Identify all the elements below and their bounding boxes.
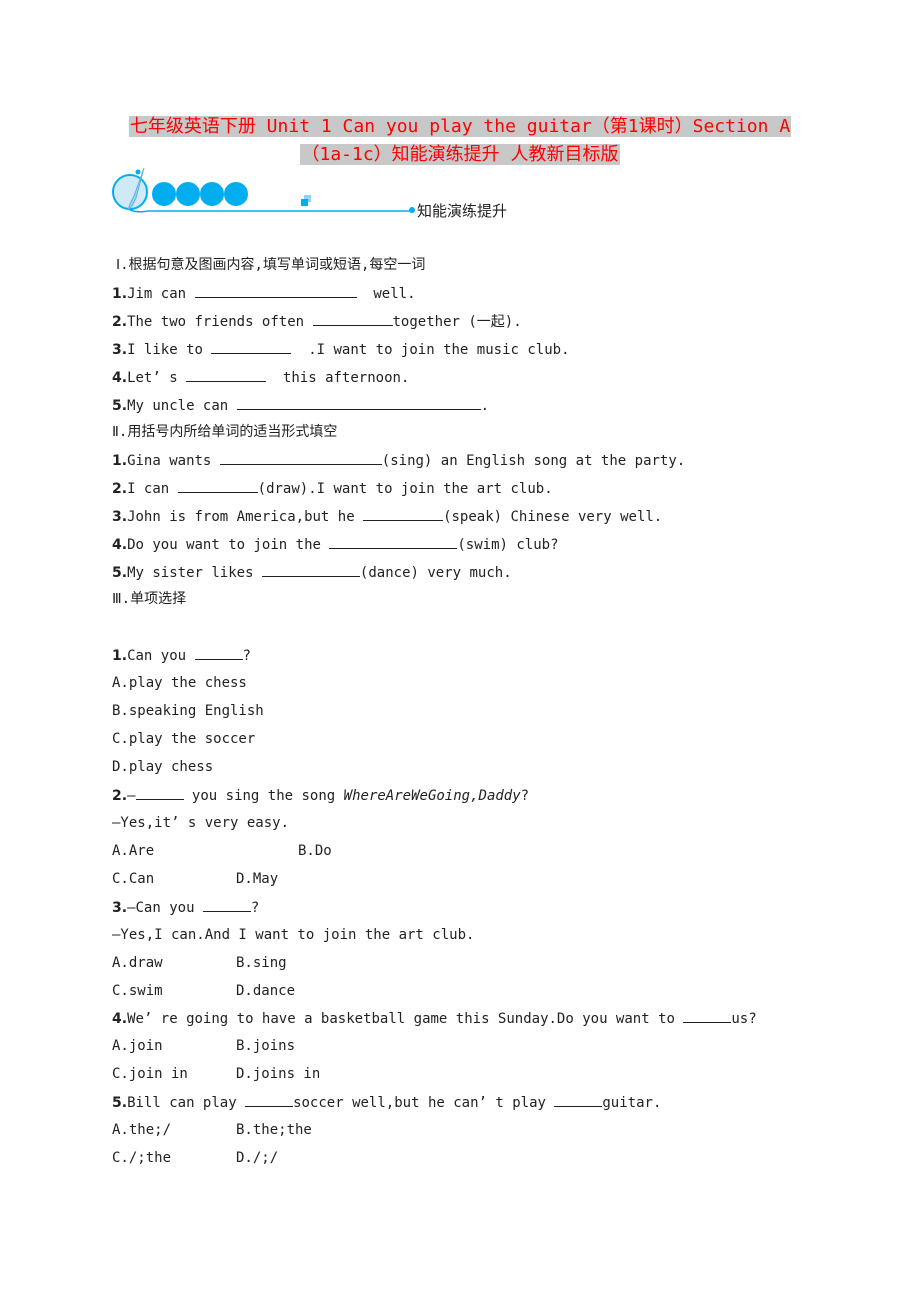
mcq-4-option-c[interactable]: C.join in (112, 1064, 188, 1084)
section2-heading: Ⅱ.用括号内所给单词的适当形式填空 (112, 424, 338, 440)
answer-blank[interactable] (683, 1008, 732, 1023)
section2-item-5: 5.My sister likes (dance) very much. (112, 562, 512, 583)
mcq-4-option-d[interactable]: D.joins in (236, 1064, 320, 1084)
document-title-line1: 七年级英语下册 Unit 1 Can you play the guitar（第… (128, 116, 792, 137)
answer-blank[interactable] (554, 1092, 603, 1107)
section1-item-3: 3.I like to .I want to join the music cl… (112, 339, 570, 360)
answer-blank[interactable] (177, 478, 258, 493)
mcq-4-stem: 4.We’ re going to have a basketball game… (112, 1008, 757, 1029)
section2-item-4: 4.Do you want to join the (swim) club? (112, 534, 559, 555)
answer-blank[interactable] (312, 311, 393, 326)
mcq-5-option-a[interactable]: A.the;/ (112, 1120, 171, 1140)
mcq-2-option-a[interactable]: A.Are (112, 841, 154, 861)
mcq-5-option-b[interactable]: B.the;the (236, 1120, 312, 1140)
document-title-line2: （1a-1c）知能演练提升 人教新目标版 (300, 144, 620, 165)
mcq-5-stem: 5.Bill can play soccer well,but he can’ … (112, 1092, 661, 1113)
mcq-2-answer-line: —Yes,it’ s very easy. (112, 815, 290, 831)
section3-heading: Ⅲ.单项选择 (112, 591, 187, 607)
mcq-2-stem: 2.— you sing the song WhereAreWeGoing,Da… (112, 785, 529, 806)
answer-blank[interactable] (363, 506, 444, 521)
mcq-2-option-b[interactable]: B.Do (298, 841, 332, 861)
mcq-2-option-d[interactable]: D.May (236, 869, 278, 889)
answer-blank[interactable] (194, 283, 357, 298)
answer-blank[interactable] (186, 367, 267, 382)
paintbrush-icon (112, 167, 148, 211)
mcq-3-option-c[interactable]: C.swim (112, 981, 163, 1001)
mcq-5-option-d[interactable]: D./;/ (236, 1148, 278, 1168)
mcq-3-answer-line: —Yes,I can.And I want to join the art cl… (112, 927, 475, 943)
answer-blank[interactable] (211, 339, 292, 354)
mcq-3-option-d[interactable]: D.dance (236, 981, 295, 1001)
mcq-3-option-a[interactable]: A.draw (112, 953, 163, 973)
section1-item-1: 1.Jim can well. (112, 283, 416, 304)
answer-blank[interactable] (236, 395, 481, 410)
mcq-1-option-d[interactable]: D.play chess (112, 757, 213, 777)
answer-blank[interactable] (202, 897, 251, 912)
answer-blank[interactable] (219, 450, 382, 465)
section1-item-5: 5.My uncle can . (112, 395, 489, 416)
section2-item-1: 1.Gina wants (sing) an English song at t… (112, 450, 685, 471)
song-title: WhereAreWeGoing,Daddy (343, 788, 521, 804)
mcq-1-option-c[interactable]: C.play the soccer (112, 729, 255, 749)
answer-blank[interactable] (261, 562, 360, 577)
banner-label: 知能演练提升 (417, 202, 508, 220)
section2-item-2: 2.I can (draw).I want to join the art cl… (112, 478, 553, 499)
answer-blank[interactable] (194, 645, 243, 660)
mcq-1-stem: 1.Can you ? (112, 645, 251, 666)
section2-item-3: 3.John is from America,but he (speak) Ch… (112, 506, 662, 527)
mcq-2-option-c[interactable]: C.Can (112, 869, 154, 889)
mcq-5-option-c[interactable]: C./;the (112, 1148, 171, 1168)
mcq-4-option-a[interactable]: A.join (112, 1036, 163, 1056)
banner-line (129, 209, 410, 213)
decorative-dots (152, 182, 248, 206)
answer-blank[interactable] (245, 1092, 294, 1107)
section1-item-4: 4.Let’ s this afternoon. (112, 367, 409, 388)
section1-heading: Ⅰ.根据句意及图画内容,填写单词或短语,每空一词 (116, 257, 426, 273)
answer-blank[interactable] (329, 534, 458, 549)
mcq-1-option-b[interactable]: B.speaking English (112, 701, 264, 721)
section1-item-2: 2.The two friends often together (一起). (112, 311, 522, 332)
squares-icon (301, 195, 311, 206)
mcq-3-option-b[interactable]: B.sing (236, 953, 287, 973)
mcq-4-option-b[interactable]: B.joins (236, 1036, 295, 1056)
mcq-3-stem: 3.—Can you ? (112, 897, 259, 918)
answer-blank[interactable] (135, 785, 184, 800)
mcq-1-option-a[interactable]: A.play the chess (112, 673, 247, 693)
